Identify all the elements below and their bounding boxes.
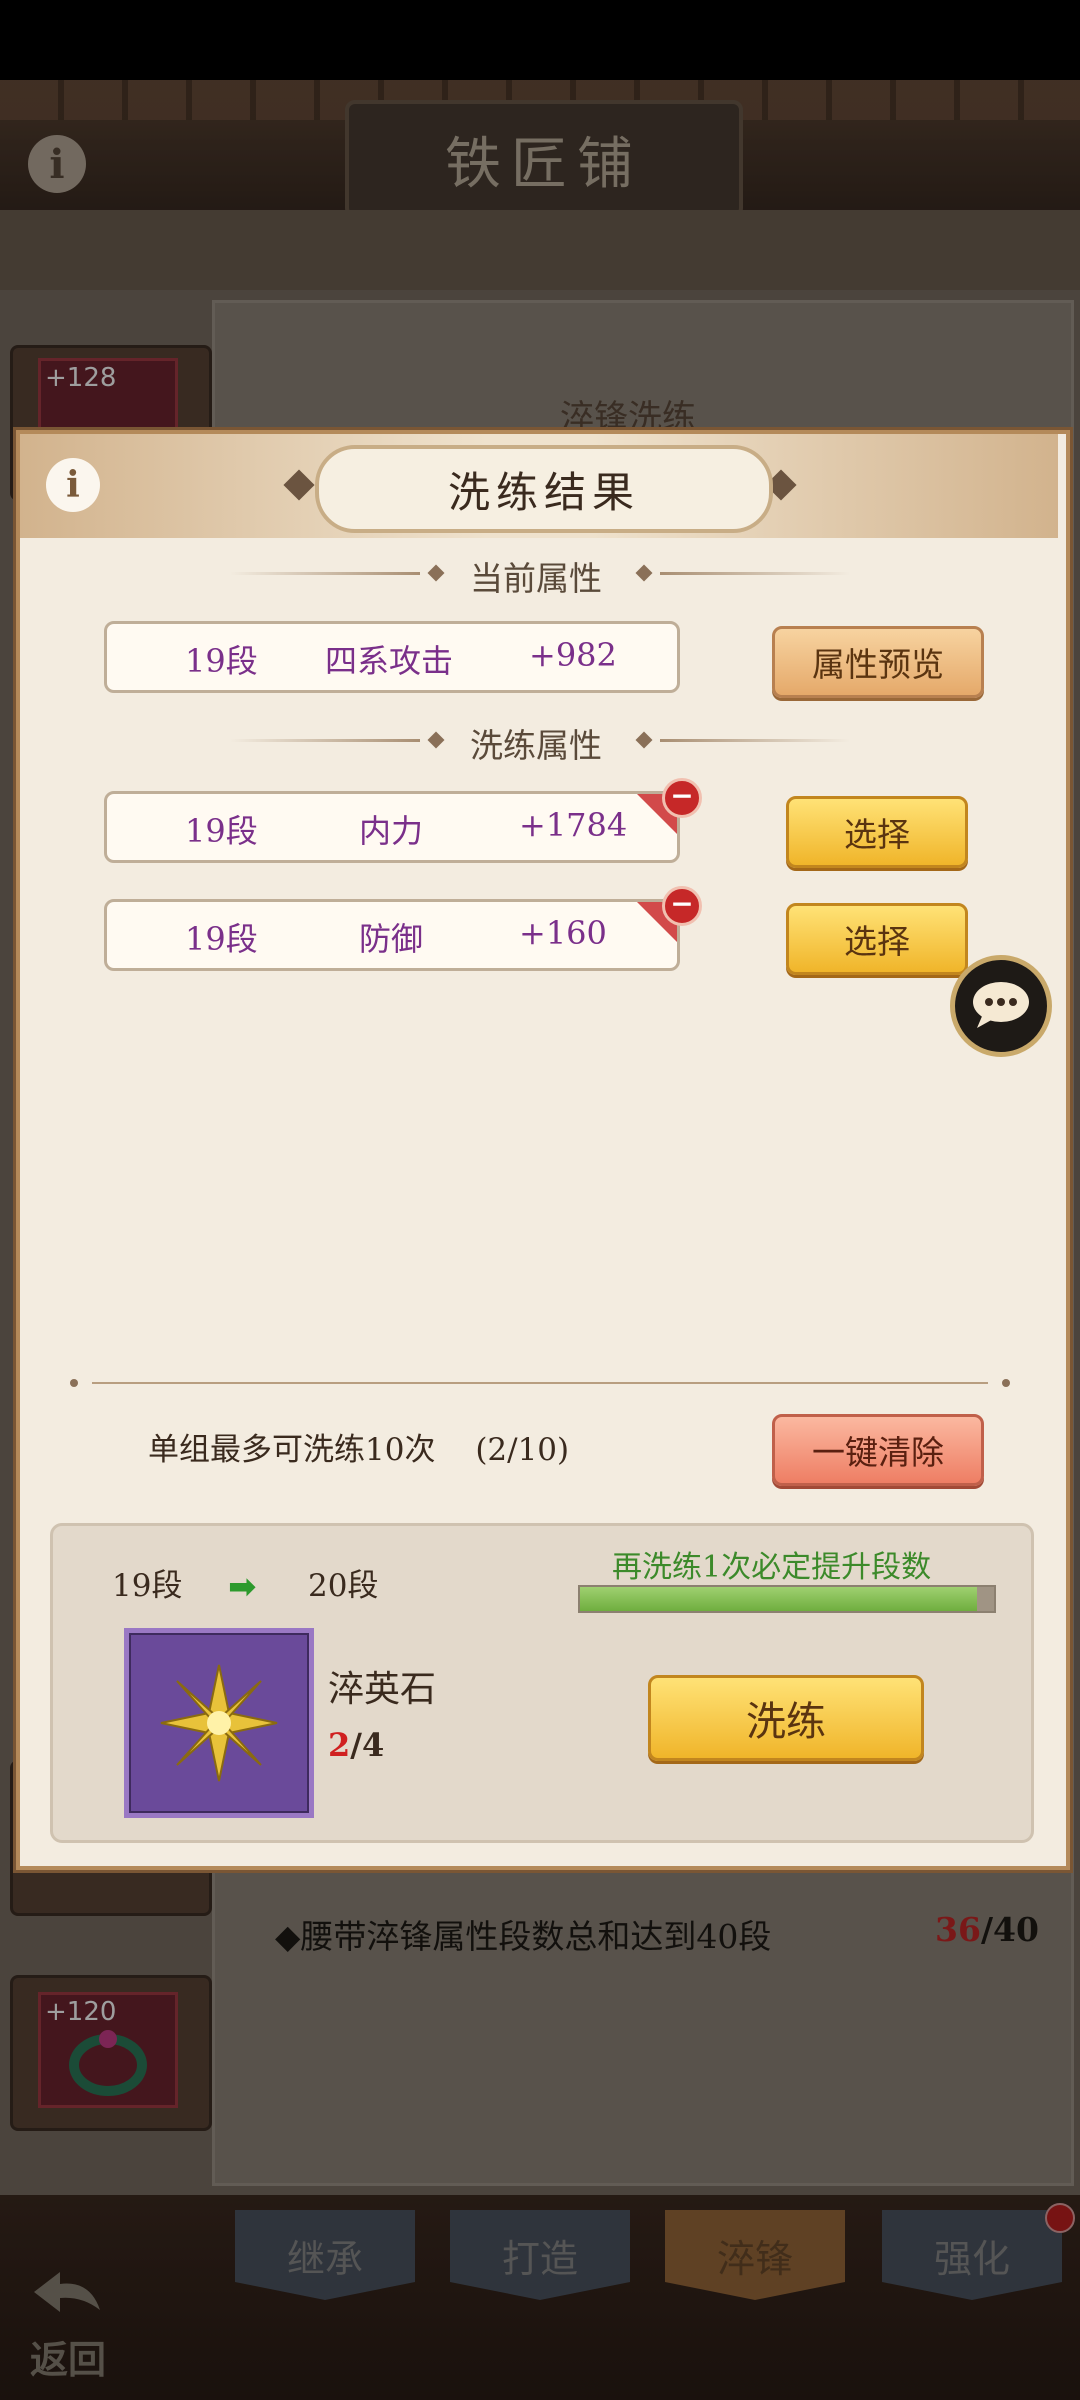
material-icon[interactable] <box>124 1628 314 1818</box>
refined-attributes-label: 洗练属性 <box>470 726 602 765</box>
attribute-stage: 19段 <box>185 642 258 680</box>
attribute-preview-button[interactable]: 属性预览 <box>772 626 984 698</box>
material-count: 2/4 <box>328 1726 384 1764</box>
divider-dot <box>1002 1379 1010 1387</box>
material-separator: / <box>350 1726 362 1764</box>
refine-limit-text: 单组最多可洗练10次 <box>148 1432 436 1468</box>
decrease-icon: − <box>662 886 702 926</box>
divider <box>92 1382 988 1384</box>
from-level: 19段 <box>112 1568 183 1604</box>
to-level: 20段 <box>308 1568 379 1604</box>
decrease-icon: − <box>662 778 702 818</box>
attribute-name: 防御 <box>359 920 424 958</box>
select-button[interactable]: 选择 <box>786 903 968 975</box>
current-attribute-row: 19段 四系攻击 +982 <box>104 621 680 693</box>
attribute-name: 内力 <box>359 812 424 850</box>
refine-limit-count: (2/10) <box>475 1432 570 1468</box>
clear-all-button[interactable]: 一键清除 <box>772 1414 984 1486</box>
material-need: 4 <box>361 1726 385 1764</box>
material-have: 2 <box>328 1726 351 1764</box>
attribute-name: 四系攻击 <box>325 642 454 680</box>
upgrade-progress-fill <box>580 1587 978 1611</box>
upgrade-progress-bar <box>578 1585 996 1613</box>
upgrade-hint: 再洗练1次必定提升段数 <box>612 1550 932 1585</box>
divider-dot <box>70 1379 78 1387</box>
refine-limit: 单组最多可洗练10次 (2/10) <box>148 1424 569 1469</box>
select-button[interactable]: 选择 <box>786 796 968 868</box>
info-icon[interactable]: i <box>46 458 100 512</box>
section-divider <box>230 572 420 575</box>
section-divider <box>660 739 850 742</box>
crystal-icon <box>160 1664 278 1782</box>
dialog-title: 洗练结果 <box>315 445 773 533</box>
attribute-value: +1784 <box>519 806 628 844</box>
arrow-right-icon: ➡ <box>228 1567 257 1607</box>
attribute-value: +160 <box>519 914 607 952</box>
chat-icon <box>973 982 1029 1028</box>
chat-button[interactable] <box>950 955 1052 1057</box>
attribute-value: +982 <box>529 636 617 674</box>
material-name: 淬英石 <box>328 1669 437 1710</box>
current-attributes-label: 当前属性 <box>470 559 602 598</box>
attribute-stage: 19段 <box>185 812 258 850</box>
refined-attribute-row: 19段 内力 +1784 <box>104 791 680 863</box>
attribute-stage: 19段 <box>185 920 258 958</box>
refined-attribute-row: 19段 防御 +160 <box>104 899 680 971</box>
section-divider <box>660 572 850 575</box>
refine-button[interactable]: 洗练 <box>648 1675 924 1761</box>
section-divider <box>230 739 420 742</box>
